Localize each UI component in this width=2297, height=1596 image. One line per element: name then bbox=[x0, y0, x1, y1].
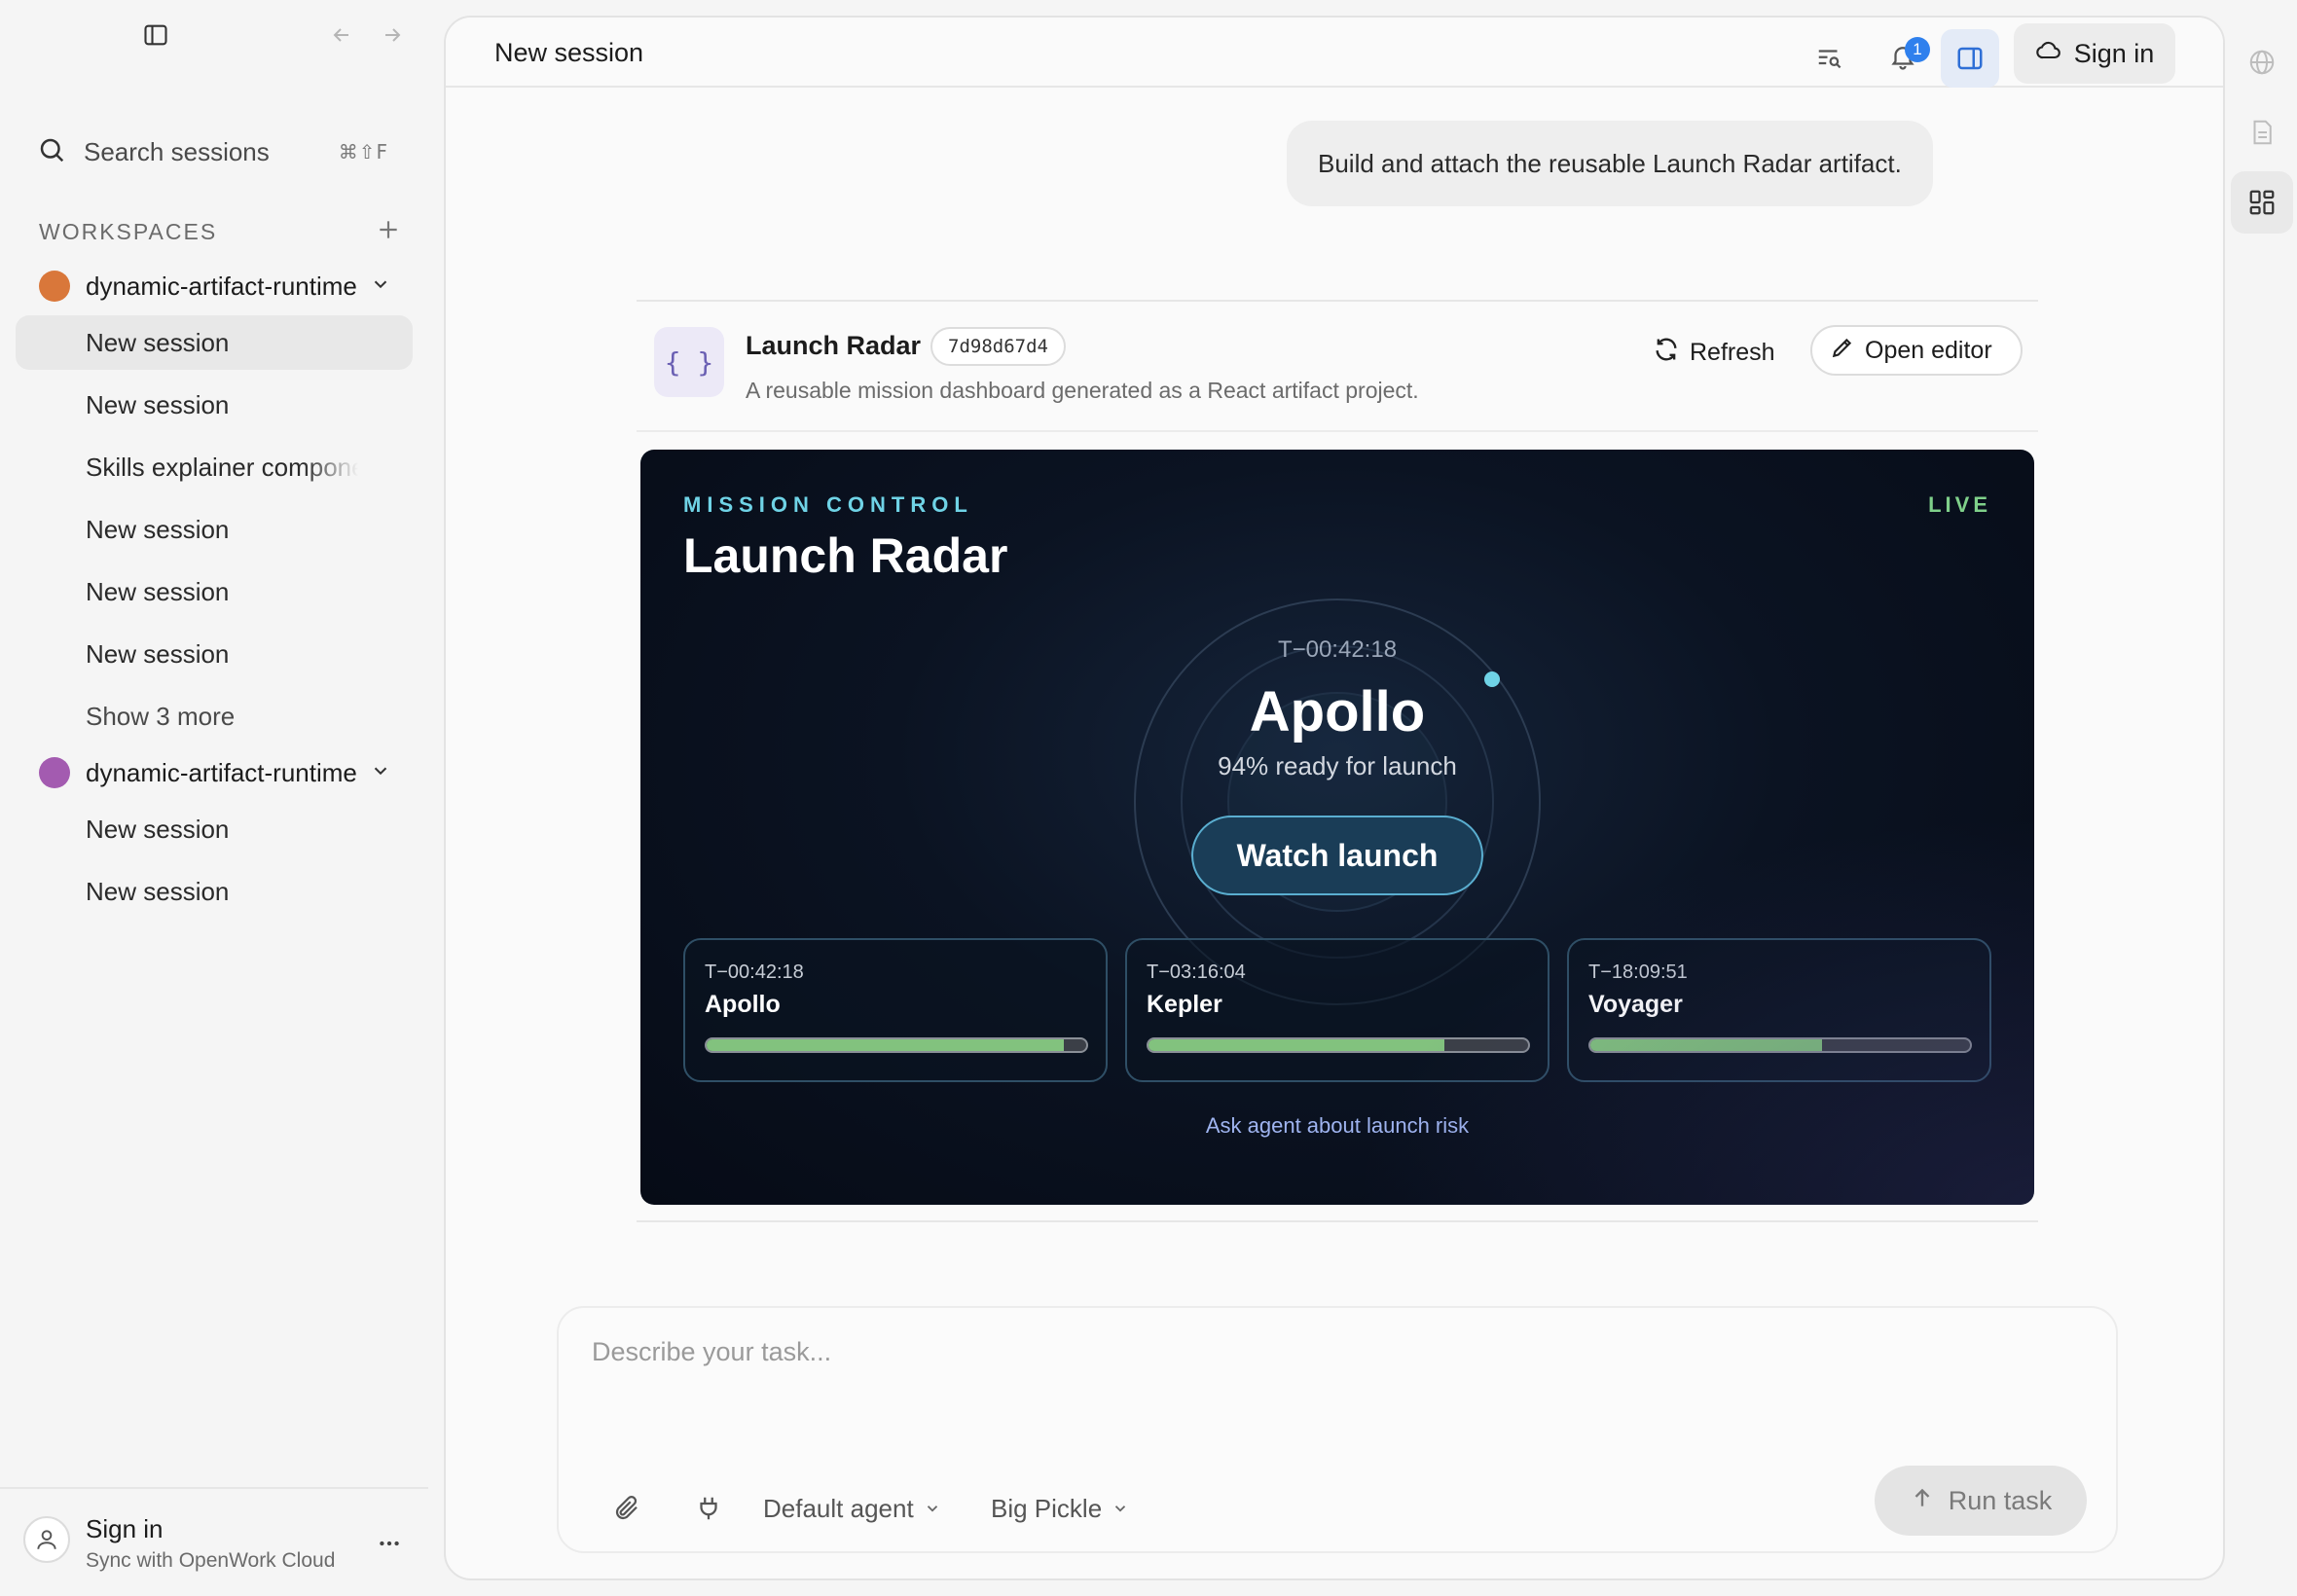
workspace-name: dynamic-artifact-runtime bbox=[86, 271, 357, 301]
mission-countdown: T−18:09:51 bbox=[1588, 961, 1688, 983]
live-indicator: LIVE bbox=[1928, 492, 1991, 517]
workspace-color-dot bbox=[39, 757, 70, 788]
chevron-down-icon bbox=[1112, 1494, 1129, 1524]
workspace-row[interactable]: dynamic-artifact-runtime bbox=[16, 747, 415, 798]
model-select[interactable]: Big Pickle bbox=[991, 1487, 1129, 1530]
refresh-label: Refresh bbox=[1690, 338, 1775, 366]
mission-name: Voyager bbox=[1588, 991, 1683, 1018]
workspaces-label: WORKSPACES bbox=[39, 218, 218, 244]
focus-countdown: T−00:42:18 bbox=[1277, 636, 1398, 663]
arrow-up-icon bbox=[1910, 1485, 1935, 1517]
session-item[interactable]: New session bbox=[16, 864, 413, 919]
user-icon bbox=[23, 1516, 70, 1563]
artifact-card: { } Launch Radar 7d98d67d4 A reusable mi… bbox=[637, 300, 2038, 1222]
workspaces-header: WORKSPACES bbox=[39, 214, 401, 249]
search-sessions[interactable]: Search sessions ⌘⇧F bbox=[16, 127, 410, 177]
sign-in-button[interactable]: Sign in bbox=[2014, 23, 2175, 84]
forward-arrow-icon[interactable] bbox=[375, 18, 410, 53]
top-bar: New session 1 Sign in bbox=[446, 18, 2223, 88]
sign-in-label: Sign in bbox=[2073, 38, 2155, 68]
plug-icon[interactable] bbox=[687, 1487, 730, 1530]
artifact-preview: MISSION CONTROL Launch Radar LIVE T−00:4… bbox=[640, 450, 2034, 1205]
paperclip-icon[interactable] bbox=[605, 1487, 648, 1530]
mission-card[interactable]: T−00:42:18 Apollo bbox=[683, 938, 1108, 1082]
watch-launch-button[interactable]: Watch launch bbox=[1191, 816, 1483, 895]
mission-name: Apollo bbox=[705, 991, 781, 1018]
workspace-color-dot bbox=[39, 271, 70, 302]
agent-label: Default agent bbox=[763, 1493, 914, 1523]
page-title: New session bbox=[494, 38, 644, 67]
workspace-name: dynamic-artifact-runtime bbox=[86, 757, 357, 787]
agent-select[interactable]: Default agent bbox=[763, 1487, 941, 1530]
mission-card[interactable]: T−18:09:51 Voyager bbox=[1567, 938, 1991, 1082]
run-task-button[interactable]: Run task bbox=[1875, 1466, 2087, 1536]
chevron-down-icon[interactable] bbox=[370, 273, 391, 300]
add-workspace-icon[interactable] bbox=[376, 217, 401, 247]
mission-card[interactable]: T−03:16:04 Kepler bbox=[1125, 938, 1550, 1082]
artifact-description: A reusable mission dashboard generated a… bbox=[746, 378, 1419, 403]
session-item[interactable]: New session bbox=[16, 502, 413, 557]
sidebar-toggle-icon[interactable] bbox=[136, 16, 175, 54]
cloud-icon bbox=[2035, 37, 2062, 71]
mission-countdown: T−00:42:18 bbox=[705, 961, 804, 983]
more-icon[interactable] bbox=[370, 1524, 409, 1563]
task-input[interactable]: Describe your task... bbox=[592, 1337, 831, 1367]
chevron-down-icon bbox=[924, 1494, 941, 1524]
mission-progress-fill bbox=[1590, 1039, 1822, 1051]
mission-progress-bar bbox=[1147, 1037, 1530, 1053]
globe-icon[interactable] bbox=[2235, 35, 2289, 90]
open-editor-button[interactable]: Open editor bbox=[1810, 325, 2023, 376]
workspace-row[interactable]: dynamic-artifact-runtime bbox=[16, 261, 415, 311]
code-braces-icon: { } bbox=[654, 327, 724, 397]
panel-layout-icon[interactable] bbox=[1941, 29, 1999, 88]
session-item[interactable]: New session bbox=[16, 564, 413, 619]
mission-progress-fill bbox=[707, 1039, 1064, 1051]
run-task-label: Run task bbox=[1948, 1485, 2053, 1515]
sidebar: Search sessions ⌘⇧F WORKSPACES dynamic-a… bbox=[0, 0, 428, 1596]
mission-progress-fill bbox=[1148, 1039, 1445, 1051]
artifact-header: { } Launch Radar 7d98d67d4 A reusable mi… bbox=[637, 302, 2038, 432]
document-icon[interactable] bbox=[2235, 105, 2289, 160]
composer: Describe your task... Default agent Big … bbox=[557, 1306, 2118, 1553]
search-list-icon[interactable] bbox=[1801, 29, 1859, 88]
session-item[interactable]: New session bbox=[16, 315, 413, 370]
user-message: Build and attach the reusable Launch Rad… bbox=[1287, 121, 1933, 206]
refresh-button[interactable]: Refresh bbox=[1653, 329, 1775, 376]
pencil-icon bbox=[1830, 335, 1855, 367]
mission-progress-bar bbox=[705, 1037, 1088, 1053]
main-panel: New session 1 Sign in Build and attach t… bbox=[444, 16, 2225, 1580]
session-item[interactable]: Skills explainer component bbox=[16, 440, 413, 494]
notification-badge: 1 bbox=[1905, 37, 1930, 62]
search-icon bbox=[37, 135, 66, 169]
dashboard-title: Launch Radar bbox=[683, 528, 1008, 583]
notifications-button[interactable]: 1 bbox=[1874, 29, 1932, 88]
open-editor-label: Open editor bbox=[1865, 336, 1992, 364]
artifact-hash: 7d98d67d4 bbox=[930, 327, 1066, 366]
session-item[interactable]: New session bbox=[16, 378, 413, 432]
model-label: Big Pickle bbox=[991, 1493, 1103, 1523]
focus-mission-name: Apollo bbox=[1249, 680, 1426, 744]
search-label: Search sessions bbox=[84, 136, 270, 166]
artifact-name: Launch Radar bbox=[746, 331, 922, 360]
mission-name: Kepler bbox=[1147, 991, 1222, 1018]
mission-progress-bar bbox=[1588, 1037, 1972, 1053]
refresh-icon bbox=[1653, 336, 1680, 370]
sidebar-footer[interactable]: Sign in Sync with OpenWork Cloud bbox=[0, 1487, 428, 1596]
session-item[interactable]: New session bbox=[16, 802, 413, 856]
mission-control-kicker: MISSION CONTROL bbox=[683, 492, 973, 517]
focus-readiness: 94% ready for launch bbox=[1218, 751, 1457, 780]
mission-countdown: T−03:16:04 bbox=[1147, 961, 1246, 983]
show-more-sessions[interactable]: Show 3 more bbox=[16, 689, 413, 744]
footer-sign-in[interactable]: Sign in bbox=[86, 1514, 164, 1544]
back-arrow-icon[interactable] bbox=[324, 18, 359, 53]
session-label: Skills explainer component bbox=[86, 452, 358, 482]
session-item[interactable]: New session bbox=[16, 627, 413, 681]
ask-agent-link[interactable]: Ask agent about launch risk bbox=[640, 1113, 2034, 1139]
search-shortcut: ⌘⇧F bbox=[338, 140, 388, 163]
footer-subtitle: Sync with OpenWork Cloud bbox=[86, 1549, 336, 1572]
chevron-down-icon[interactable] bbox=[370, 760, 391, 786]
dashboard-grid-icon[interactable] bbox=[2231, 171, 2293, 234]
